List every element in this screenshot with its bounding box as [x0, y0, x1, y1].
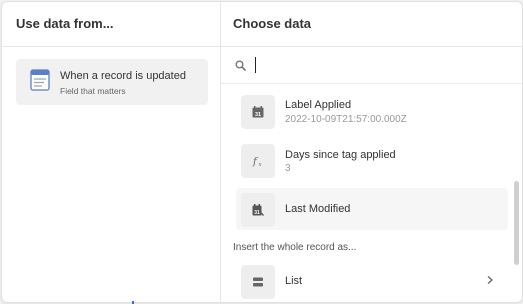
use-data-from-title: Use data from... [16, 16, 114, 31]
source-title: When a record is updated [60, 70, 186, 82]
svg-text:31: 31 [254, 210, 260, 216]
choose-data-dialog: Use data from... When a record is update… [1, 1, 523, 303]
left-header-divider [2, 46, 220, 47]
insert-whole-record-label: Insert the whole record as... [233, 242, 357, 253]
field-icon-box [241, 265, 275, 299]
use-data-from-pane: Use data from... When a record is update… [2, 2, 221, 302]
insert-option-name: List [285, 275, 303, 287]
field-value: 2022-10-09T21:57:00.000Z [285, 114, 407, 125]
field-name: Days since tag applied [285, 149, 396, 161]
formula-icon: f x [252, 157, 263, 168]
search-icon [235, 60, 246, 71]
field-item-last-modified[interactable]: 31 Last Modified [236, 188, 508, 230]
list-icon [253, 277, 263, 287]
field-icon-box: f x [241, 144, 275, 178]
search-bar [221, 47, 522, 84]
search-input[interactable] [253, 55, 503, 75]
choose-data-title: Choose data [233, 16, 312, 31]
record-update-icon [30, 69, 50, 91]
source-when-record-updated[interactable]: When a record is updated Field that matt… [16, 59, 208, 105]
insert-option-list[interactable]: List [236, 260, 508, 302]
field-value: 3 [285, 163, 291, 174]
field-name: Last Modified [285, 203, 351, 215]
calendar-edit-icon: 31 [252, 204, 264, 216]
source-subtitle: Field that matters [60, 86, 126, 96]
scrollbar-thumb[interactable] [514, 181, 519, 265]
field-icon-box: 31 [241, 95, 275, 129]
choose-data-pane: Choose data 31 Label Applied 2022-10-09T… [221, 2, 522, 302]
field-name: Label Applied [285, 99, 352, 111]
svg-text:31: 31 [255, 112, 261, 118]
text-caret [255, 57, 256, 73]
field-item-label-applied[interactable]: 31 Label Applied 2022-10-09T21:57:00.000… [236, 90, 508, 132]
svg-text:x: x [259, 162, 263, 167]
field-list: 31 Label Applied 2022-10-09T21:57:00.000… [221, 84, 522, 302]
chevron-right-icon [487, 276, 493, 284]
field-item-days-since-tag-applied[interactable]: f x Days since tag applied 3 [236, 139, 508, 181]
calendar-icon: 31 [252, 106, 264, 118]
field-icon-box: 31 [241, 193, 275, 227]
